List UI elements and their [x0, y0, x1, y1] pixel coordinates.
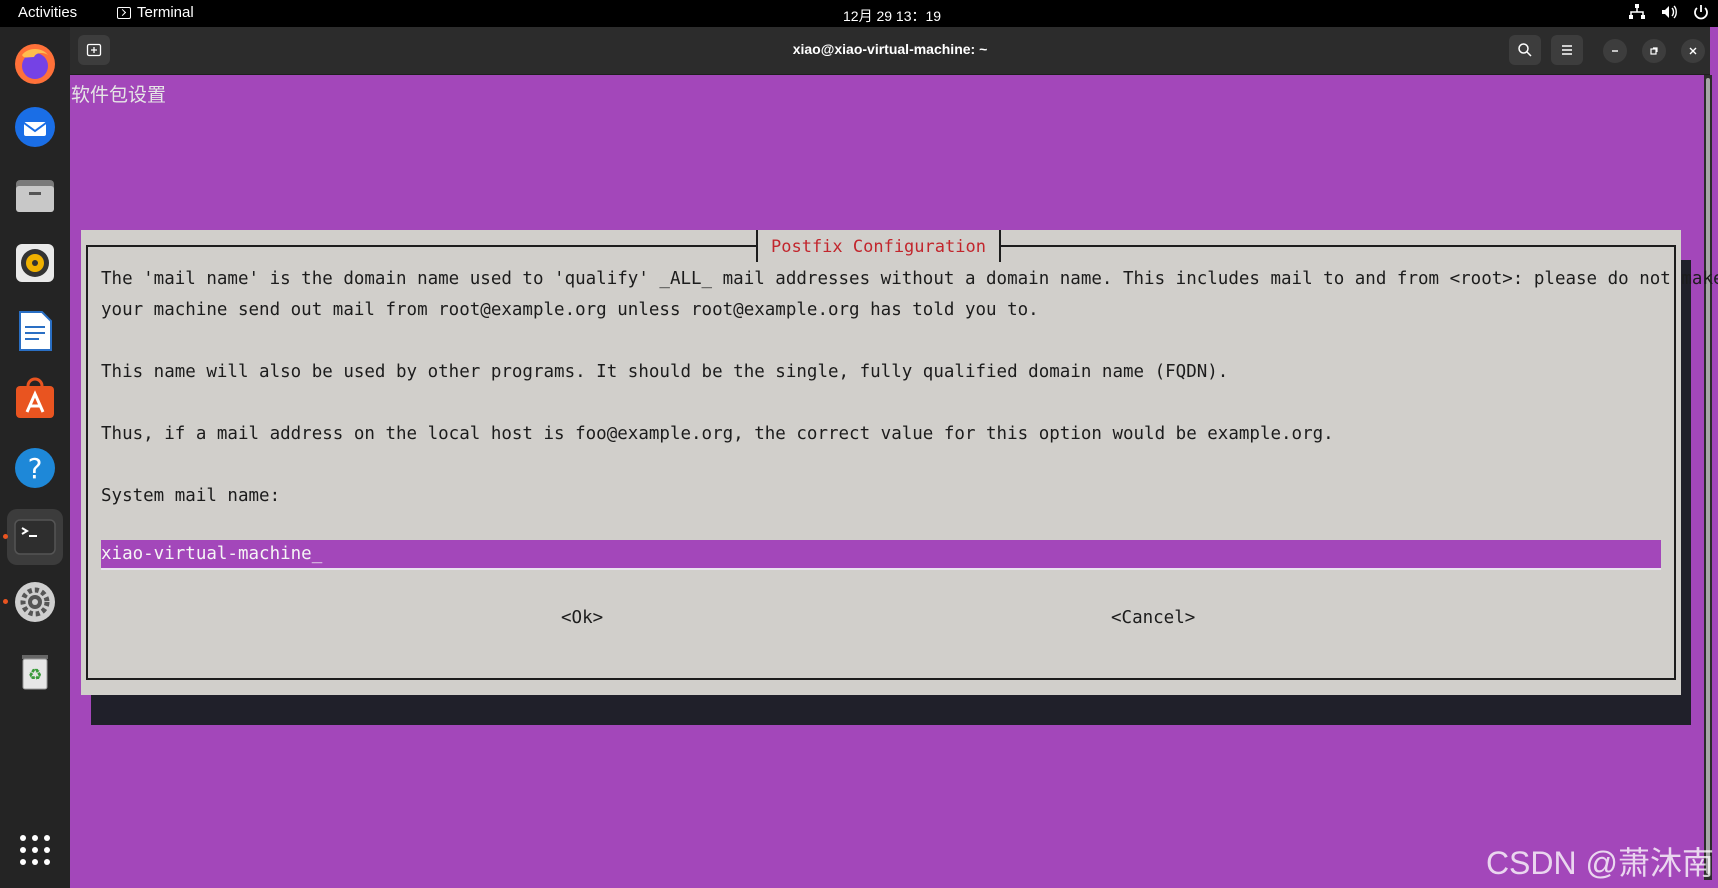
description-line-2: your machine send out mail from root@exa…	[101, 300, 1039, 320]
postfix-dialog: Postfix Configuration The 'mail name' is…	[81, 230, 1718, 695]
search-icon	[1518, 43, 1532, 57]
terminal-icon[interactable]	[7, 509, 63, 565]
close-button[interactable]	[1681, 39, 1705, 63]
description-line-3: This name will also be used by other pro…	[101, 362, 1229, 382]
network-icon[interactable]	[1628, 3, 1646, 21]
settings-icon[interactable]	[7, 574, 63, 630]
window-title: xiao@xiao-virtual-machine: ~	[792, 41, 988, 57]
power-icon[interactable]	[1692, 3, 1710, 21]
top-bar: Activities Terminal 12月 29 13：19	[0, 0, 1718, 27]
description-line-4: Thus, if a mail address on the local hos…	[101, 424, 1334, 444]
input-underline	[101, 568, 1661, 570]
scrollbar-thumb[interactable]	[1706, 78, 1710, 874]
app-center-icon[interactable]	[7, 371, 63, 427]
hamburger-icon	[1562, 45, 1572, 55]
svg-text:?: ?	[28, 452, 43, 485]
field-label: System mail name:	[101, 486, 281, 506]
system-mail-name-input[interactable]: xiao-virtual-machine_	[101, 540, 1661, 570]
svg-text:♻: ♻	[28, 665, 42, 684]
minimize-button[interactable]	[1603, 39, 1627, 63]
rhythmbox-icon[interactable]	[7, 235, 63, 291]
terminal-running-dot	[3, 534, 8, 539]
activities-button[interactable]: Activities	[18, 4, 77, 21]
search-button[interactable]	[1509, 35, 1541, 65]
trash-icon[interactable]: ♻	[7, 642, 63, 698]
system-tray[interactable]	[1628, 3, 1710, 21]
firefox-icon[interactable]	[7, 36, 63, 92]
maximize-button[interactable]	[1642, 39, 1666, 63]
dialog-title: Postfix Configuration	[756, 230, 1001, 262]
input-value: xiao-virtual-machine_	[101, 544, 323, 564]
clock[interactable]: 12月 29 13：19	[843, 6, 941, 26]
terminal-small-icon	[117, 6, 131, 19]
app-name: Terminal	[137, 4, 194, 21]
show-apps-icon[interactable]	[7, 822, 63, 878]
menu-button[interactable]	[1551, 35, 1583, 65]
dock: ? ♻	[0, 27, 70, 888]
files-icon[interactable]	[7, 167, 63, 223]
help-icon[interactable]: ?	[7, 440, 63, 496]
cancel-button[interactable]: <Cancel>	[1111, 608, 1195, 628]
watermark: CSDN @萧沐南	[1485, 845, 1714, 881]
app-menu[interactable]: Terminal	[117, 4, 194, 21]
settings-running-dot	[3, 599, 8, 604]
description-line-1: The 'mail name' is the domain name used …	[101, 269, 1718, 289]
ok-button[interactable]: <Ok>	[561, 608, 603, 628]
package-config-title: 软件包设置	[71, 84, 167, 106]
volume-icon[interactable]	[1660, 3, 1678, 21]
libreoffice-writer-icon[interactable]	[7, 303, 63, 359]
thunderbird-icon[interactable]	[7, 99, 63, 155]
terminal-headerbar: xiao@xiao-virtual-machine: ~	[70, 27, 1710, 75]
